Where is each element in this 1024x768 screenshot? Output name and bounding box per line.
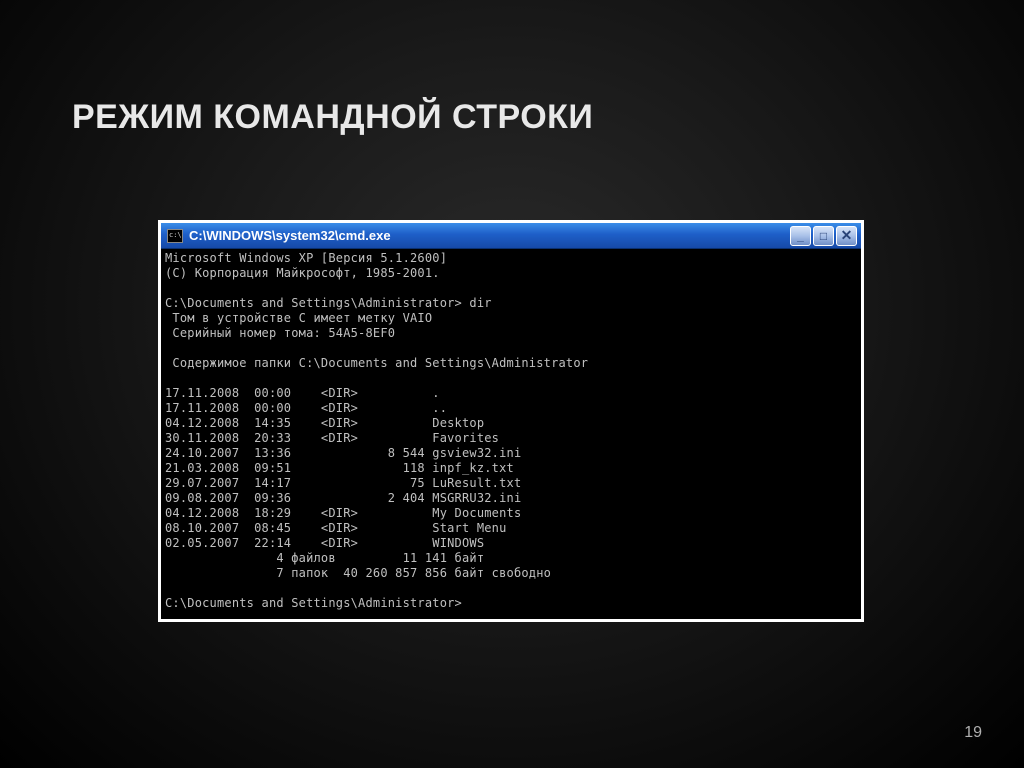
cmd-icon xyxy=(167,229,183,243)
cmd-window: C:\WINDOWS\system32\cmd.exe _ □ ✕ Micros… xyxy=(158,220,864,622)
window-title: C:\WINDOWS\system32\cmd.exe xyxy=(189,228,790,243)
window-controls: _ □ ✕ xyxy=(790,226,857,246)
maximize-button[interactable]: □ xyxy=(813,226,834,246)
titlebar[interactable]: C:\WINDOWS\system32\cmd.exe _ □ ✕ xyxy=(161,223,861,249)
page-number: 19 xyxy=(964,724,982,742)
close-button[interactable]: ✕ xyxy=(836,226,857,246)
slide-title: РЕЖИМ КОМАНДНОЙ СТРОКИ xyxy=(72,98,593,137)
terminal-output[interactable]: Microsoft Windows XP [Версия 5.1.2600] (… xyxy=(161,249,861,619)
minimize-button[interactable]: _ xyxy=(790,226,811,246)
